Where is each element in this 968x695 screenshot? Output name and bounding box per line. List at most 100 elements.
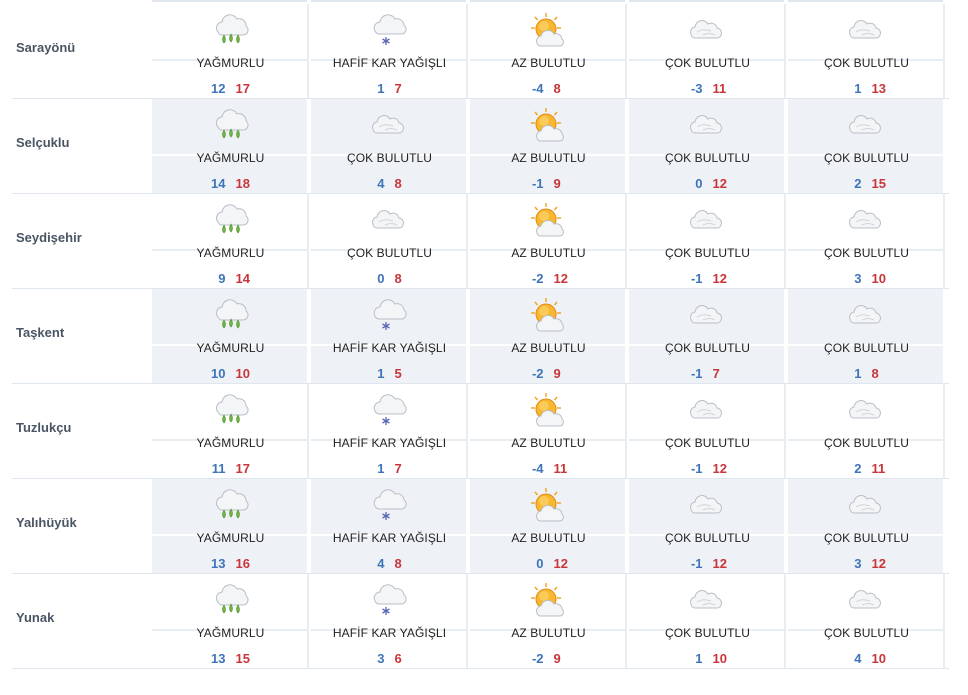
city-name[interactable]: Seydişehir xyxy=(16,230,82,245)
max-temperature: 18 xyxy=(235,176,250,191)
forecast-cell: ÇOK BULUTLU -1 12 xyxy=(629,194,786,289)
max-temperature: 15 xyxy=(235,651,250,666)
light-snow-icon xyxy=(369,582,409,618)
weather-description: ÇOK BULUTLU xyxy=(823,246,910,260)
weather-description: ÇOK BULUTLU xyxy=(664,531,751,545)
cloudy-icon xyxy=(369,202,409,238)
cloudy-icon xyxy=(846,297,886,333)
city-name[interactable]: Taşkent xyxy=(16,325,64,340)
temperature-range: 48 xyxy=(311,176,468,191)
partly-sunny-icon xyxy=(528,487,568,523)
forecast-cell: ÇOK BULUTLU 4 10 xyxy=(788,574,945,669)
partly-sunny-icon xyxy=(528,392,568,428)
forecast-cell: YAĞMURLU 13 16 xyxy=(152,479,309,574)
header-border xyxy=(152,0,307,2)
table-row: Selçuklu YAĞMURLU 14 18 ÇOK BULUTLU 4 8 AZ BULU… xyxy=(12,99,949,194)
temperature-range: 13 16 xyxy=(152,556,309,571)
city-name[interactable]: Yalıhüyük xyxy=(16,515,77,530)
rain-icon xyxy=(210,297,250,333)
min-temperature: -1 xyxy=(690,461,703,476)
max-temperature: 11 xyxy=(871,461,886,476)
max-temperature: 11 xyxy=(712,81,727,96)
temperature-range: 2 11 xyxy=(788,461,945,476)
weather-description: ÇOK BULUTLU xyxy=(346,151,433,165)
min-temperature: 10 xyxy=(211,366,226,381)
temperature-range: 12 17 xyxy=(152,81,309,96)
max-temperature: 17 xyxy=(235,461,250,476)
cloudy-icon xyxy=(687,582,727,618)
temperature-range: -1 9 xyxy=(470,176,627,191)
cloudy-icon xyxy=(687,202,727,238)
max-temperature: 10 xyxy=(235,366,250,381)
min-temperature: 2 xyxy=(854,176,862,191)
rain-icon xyxy=(210,392,250,428)
temperature-range: 11 17 xyxy=(152,461,309,476)
max-temperature: 9 xyxy=(553,176,561,191)
city-name[interactable]: Tuzlukçu xyxy=(16,420,71,435)
forecast-cell: AZ BULUTLU -2 12 xyxy=(470,194,627,289)
max-temperature: 8 xyxy=(394,556,402,571)
partly-sunny-icon xyxy=(528,582,568,618)
weather-description: ÇOK BULUTLU xyxy=(664,151,751,165)
city-name[interactable]: Sarayönü xyxy=(16,40,75,55)
temperature-range: -1 12 xyxy=(629,556,786,571)
max-temperature: 16 xyxy=(235,556,250,571)
min-temperature: -1 xyxy=(690,556,703,571)
min-temperature: 14 xyxy=(211,176,226,191)
temperature-range: 2 15 xyxy=(788,176,945,191)
city-name[interactable]: Selçuklu xyxy=(16,135,69,150)
forecast-cell: ÇOK BULUTLU 4 8 xyxy=(311,99,468,194)
rain-icon xyxy=(210,582,250,618)
temperature-range: -2 9 xyxy=(470,651,627,666)
max-temperature: 11 xyxy=(553,461,568,476)
weather-description: ÇOK BULUTLU xyxy=(664,626,751,640)
temperature-range: 0 12 xyxy=(629,176,786,191)
max-temperature: 12 xyxy=(712,176,727,191)
min-temperature: 4 xyxy=(854,651,862,666)
weather-description: HAFİF KAR YAĞIŞLI xyxy=(332,341,447,355)
weather-description: AZ BULUTLU xyxy=(511,246,586,260)
min-temperature: 9 xyxy=(218,271,226,286)
header-border xyxy=(470,0,625,2)
light-snow-icon xyxy=(369,297,409,333)
temperature-range: 0 12 xyxy=(470,556,627,571)
temperature-range: 14 18 xyxy=(152,176,309,191)
min-temperature: -2 xyxy=(531,651,544,666)
temperature-range: -4 8 xyxy=(470,81,627,96)
max-temperature: 10 xyxy=(712,651,727,666)
light-snow-icon xyxy=(369,487,409,523)
temperature-range: 3 10 xyxy=(788,271,945,286)
weather-description: HAFİF KAR YAĞIŞLI xyxy=(332,436,447,450)
min-temperature: -1 xyxy=(690,271,703,286)
forecast-cell: ÇOK BULUTLU 3 10 xyxy=(788,194,945,289)
table-row: Seydişehir YAĞMURLU 9 14 ÇOK BULUTLU 0 8 AZ BUL… xyxy=(12,194,949,289)
table-row: Sarayönü YAĞMURLU 12 17 HAFİF KAR YAĞIŞLI 1 7 A… xyxy=(12,4,949,99)
min-temperature: 1 xyxy=(695,651,703,666)
forecast-cell: HAFİF KAR YAĞIŞLI 1 7 xyxy=(311,384,468,479)
city-name[interactable]: Yunak xyxy=(16,610,54,625)
min-temperature: 3 xyxy=(854,271,862,286)
weather-description: ÇOK BULUTLU xyxy=(823,151,910,165)
max-temperature: 8 xyxy=(553,81,561,96)
min-temperature: 1 xyxy=(377,461,385,476)
max-temperature: 12 xyxy=(871,556,886,571)
weather-description: HAFİF KAR YAĞIŞLI xyxy=(332,626,447,640)
weather-description: AZ BULUTLU xyxy=(511,341,586,355)
min-temperature: 4 xyxy=(377,176,385,191)
partly-sunny-icon xyxy=(528,297,568,333)
weather-description: ÇOK BULUTLU xyxy=(346,246,433,260)
forecast-cell: AZ BULUTLU -2 9 xyxy=(470,574,627,669)
min-temperature: 1 xyxy=(377,81,385,96)
forecast-cell: AZ BULUTLU 0 12 xyxy=(470,479,627,574)
cloudy-icon xyxy=(687,487,727,523)
weather-description: ÇOK BULUTLU xyxy=(823,341,910,355)
temperature-range: 9 14 xyxy=(152,271,309,286)
forecast-cell: ÇOK BULUTLU 1 10 xyxy=(629,574,786,669)
weather-description: AZ BULUTLU xyxy=(511,531,586,545)
forecast-cell: HAFİF KAR YAĞIŞLI 4 8 xyxy=(311,479,468,574)
temperature-range: -1 12 xyxy=(629,271,786,286)
min-temperature: -3 xyxy=(690,81,703,96)
cloudy-icon xyxy=(846,487,886,523)
temperature-range: 4 10 xyxy=(788,651,945,666)
forecast-cell: ÇOK BULUTLU -1 7 xyxy=(629,289,786,384)
